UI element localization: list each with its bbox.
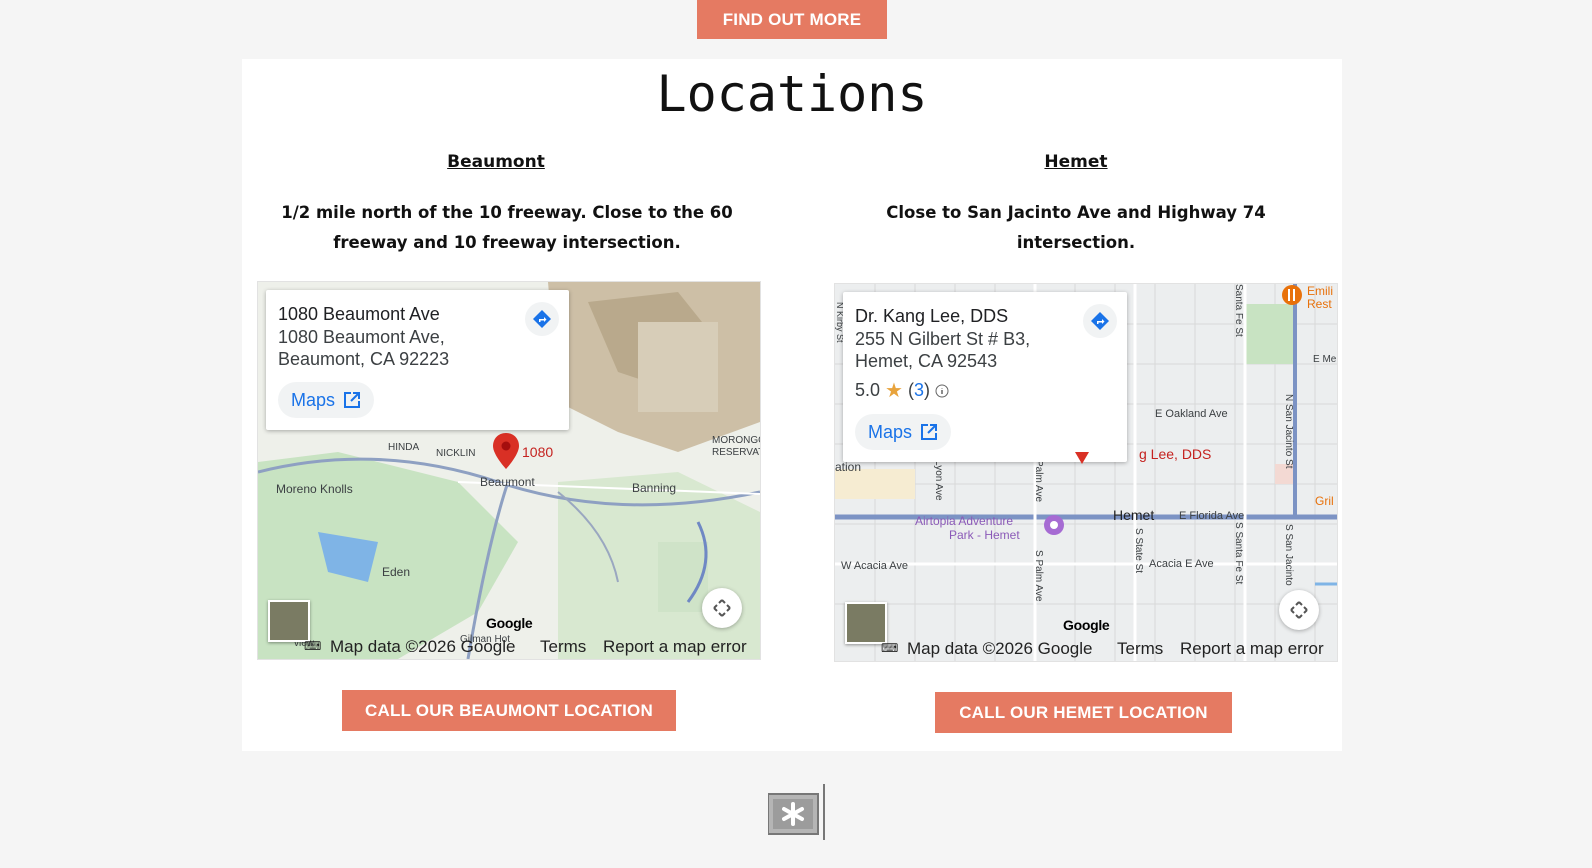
map-label: Beaumont <box>480 475 535 489</box>
map-label: Hemet <box>1113 507 1155 523</box>
place-info-card: Dr. Kang Lee, DDS 255 N Gilbert St # B3,… <box>843 292 1127 462</box>
address-line-2: Beaumont, CA 92223 <box>278 349 450 369</box>
place-name: 1080 Beaumont Ave <box>278 304 440 324</box>
open-in-maps-link[interactable]: Maps <box>855 414 952 450</box>
map-data-text: Map data ©2026 Google <box>907 639 1093 658</box>
map-label: S Palm Ave <box>1033 550 1044 602</box>
map-label: Santa Fe St <box>1233 284 1244 337</box>
accessibility-widget-icon[interactable] <box>768 784 826 842</box>
call-hemet-button[interactable]: CALL OUR HEMET LOCATION <box>935 692 1232 733</box>
keyboard-icon[interactable]: ⌨ <box>304 639 321 653</box>
map-pin-icon[interactable] <box>1075 452 1089 464</box>
map-label: Lyon Ave <box>933 460 944 501</box>
hemet-heading: Hemet <box>1044 152 1108 172</box>
call-beaumont-button[interactable]: CALL OUR BEAUMONT LOCATION <box>342 690 676 731</box>
review-count-link[interactable]: 3 <box>914 380 924 400</box>
directions-icon[interactable] <box>525 302 559 336</box>
map-label: S Santa Fe St <box>1233 522 1244 585</box>
rating-value: 5.0 <box>855 380 881 400</box>
maps-link-label: Maps <box>868 421 913 442</box>
address-line-1: 1080 Beaumont Ave, <box>278 327 445 347</box>
map-label: NICKLIN <box>436 448 476 459</box>
report-error-link[interactable]: Report a map error <box>603 637 747 657</box>
external-link-icon <box>344 392 361 408</box>
terms-link[interactable]: Terms <box>1117 639 1163 659</box>
satellite-toggle-icon[interactable] <box>268 600 310 642</box>
map-label: MORONGO <box>712 435 761 446</box>
attraction-icon[interactable] <box>1043 514 1065 536</box>
map-footer: ⌨ Map data ©2026 Google Terms Report a m… <box>835 639 1337 661</box>
map-label: S San Jacinto <box>1283 524 1294 586</box>
place-name: Dr. Kang Lee, DDS <box>855 306 1009 326</box>
find-out-more-button[interactable]: FIND OUT MORE <box>697 0 887 39</box>
map-label: Palm Ave <box>1033 460 1044 503</box>
beaumont-heading: Beaumont <box>447 152 545 172</box>
map-label: E Oakland Ave <box>1155 408 1228 420</box>
map-label: Eden <box>382 565 411 579</box>
map-label: Airtopia Adventure <box>915 514 1014 528</box>
map-label: Gril <box>1315 494 1334 508</box>
info-icon[interactable] <box>935 384 949 398</box>
place-info-card: 1080 Beaumont Ave 1080 Beaumont Ave, Bea… <box>266 290 569 430</box>
open-in-maps-link[interactable]: Maps <box>278 382 375 418</box>
satellite-toggle-icon[interactable] <box>845 602 887 644</box>
terms-link[interactable]: Terms <box>540 637 586 657</box>
map-label: HINDA <box>388 442 420 453</box>
map-label: Moreno Knolls <box>276 482 353 496</box>
locations-card: Locations Beaumont 1/2 mile north of the… <box>242 59 1342 751</box>
map-label: S State St <box>1133 528 1144 574</box>
map-label: Acacia E Ave <box>1149 558 1214 570</box>
map-label: Emili <box>1307 284 1333 298</box>
section-title: Locations <box>656 65 928 123</box>
map-pin-icon[interactable] <box>492 432 520 470</box>
star-icon: ★ <box>885 380 903 402</box>
hemet-map[interactable]: Hemet E Florida Ave E Oakland Ave Airtop… <box>834 283 1338 662</box>
address-line-1: 255 N Gilbert St # B3, <box>855 329 1031 349</box>
address-line-2: Hemet, CA 92543 <box>855 351 998 371</box>
map-label: W Acacia Ave <box>841 560 909 572</box>
maps-link-label: Maps <box>291 389 336 410</box>
place-address: 1080 Beaumont Ave, Beaumont, CA 92223 <box>278 326 449 370</box>
directions-icon[interactable] <box>1083 304 1117 338</box>
map-label: N San Jacinto St <box>1283 394 1294 469</box>
hemet-description: Close to San Jacinto Ave and Highway 74 … <box>886 203 1266 252</box>
beaumont-description: 1/2 mile north of the 10 freeway. Close … <box>281 203 733 252</box>
restaurant-icon[interactable] <box>1281 284 1303 306</box>
pin-label: g Lee, DDS <box>1139 446 1212 462</box>
google-logo: Google <box>486 615 533 631</box>
map-label: Park - Hemet <box>949 528 1020 542</box>
report-error-link[interactable]: Report a map error <box>1180 639 1324 659</box>
map-label: E Men <box>1313 354 1337 365</box>
external-link-icon <box>921 424 938 440</box>
map-label: ation <box>835 460 862 474</box>
pin-label: 1080 <box>522 444 554 460</box>
fullscreen-icon[interactable] <box>1279 590 1319 630</box>
fullscreen-icon[interactable] <box>702 588 742 628</box>
map-label: Rest <box>1307 297 1332 311</box>
map-data-text: Map data ©2026 Google <box>330 637 516 656</box>
map-footer: ⌨ Map data ©2026 Google Terms Report a m… <box>258 637 760 659</box>
map-label: RESERVAT <box>712 447 761 458</box>
map-label: Banning <box>632 481 677 495</box>
google-logo: Google <box>1063 617 1110 633</box>
rating: 5.0 ★ (3) <box>855 378 949 403</box>
keyboard-icon[interactable]: ⌨ <box>881 641 898 655</box>
place-address: 255 N Gilbert St # B3, Hemet, CA 92543 <box>855 328 1030 372</box>
map-label: E Florida Ave <box>1179 510 1245 522</box>
beaumont-map[interactable]: HINDA NICKLIN Beaumont Banning Moreno Kn… <box>257 281 761 660</box>
